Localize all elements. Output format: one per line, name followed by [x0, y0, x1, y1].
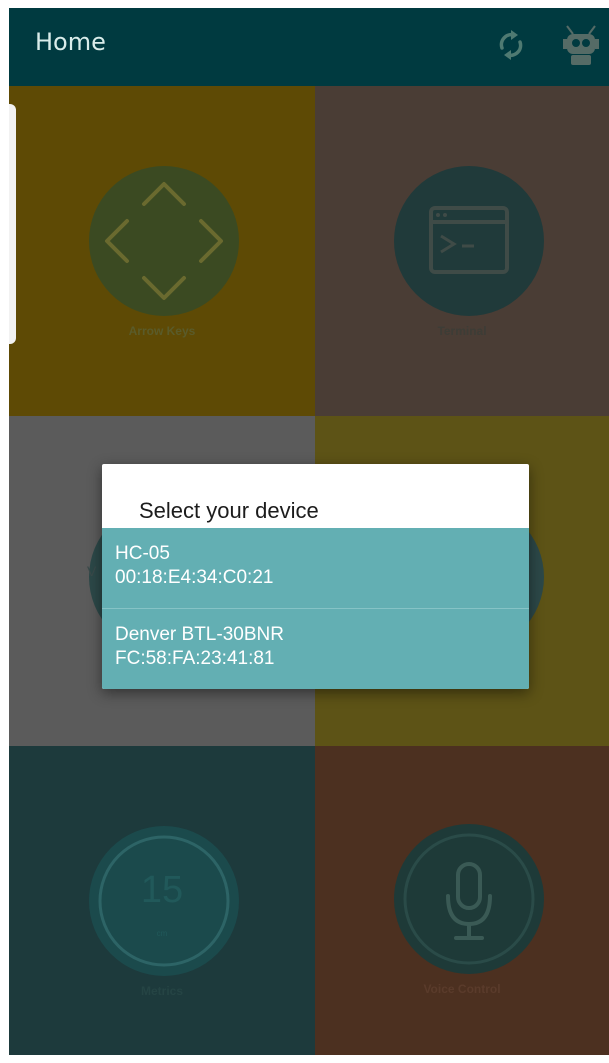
microphone-icon	[446, 862, 492, 940]
arrow-keys-tile[interactable]: Arrow Keys	[9, 86, 315, 416]
robot-icon[interactable]	[559, 22, 603, 68]
app-screen: Arrow Keys Terminal 15 cm Metrics Voice …	[9, 8, 609, 1055]
refresh-icon[interactable]	[496, 28, 526, 62]
arrows-icon	[105, 182, 223, 300]
page-title: Home	[35, 28, 106, 56]
metric-value: 15	[140, 869, 184, 911]
voice-circle	[394, 824, 544, 974]
metric-unit: cm	[156, 929, 168, 938]
terminal-tile[interactable]: Terminal	[315, 86, 609, 416]
drawer-handle[interactable]	[9, 104, 16, 344]
device-address: FC:58:FA:23:41:81	[115, 648, 275, 669]
device-name: Denver BTL-30BNR	[115, 624, 284, 645]
device-item-hc05[interactable]: HC-05 00:18:E4:34:C0:21	[102, 528, 529, 608]
metrics-label: Metrics	[140, 984, 184, 998]
terminal-circle	[394, 166, 544, 316]
device-name: HC-05	[115, 543, 170, 564]
metrics-tile[interactable]: 15 cm Metrics	[9, 746, 315, 1055]
app-bar: Home	[9, 8, 609, 86]
terminal-label: Terminal	[437, 324, 487, 338]
voice-control-label: Voice Control	[423, 982, 501, 996]
device-list: HC-05 00:18:E4:34:C0:21 Denver BTL-30BNR…	[102, 528, 529, 689]
device-item-denver[interactable]: Denver BTL-30BNR FC:58:FA:23:41:81	[102, 609, 529, 689]
device-select-dialog: Select your device HC-05 00:18:E4:34:C0:…	[102, 464, 529, 689]
terminal-icon	[429, 206, 509, 274]
dialog-title: Select your device	[139, 498, 319, 523]
device-address: 00:18:E4:34:C0:21	[115, 567, 274, 588]
voice-control-tile[interactable]: Voice Control	[315, 746, 609, 1055]
partial-tile-label: V	[87, 563, 97, 579]
arrow-keys-label: Arrow Keys	[128, 324, 196, 338]
arrow-keys-circle	[89, 166, 239, 316]
